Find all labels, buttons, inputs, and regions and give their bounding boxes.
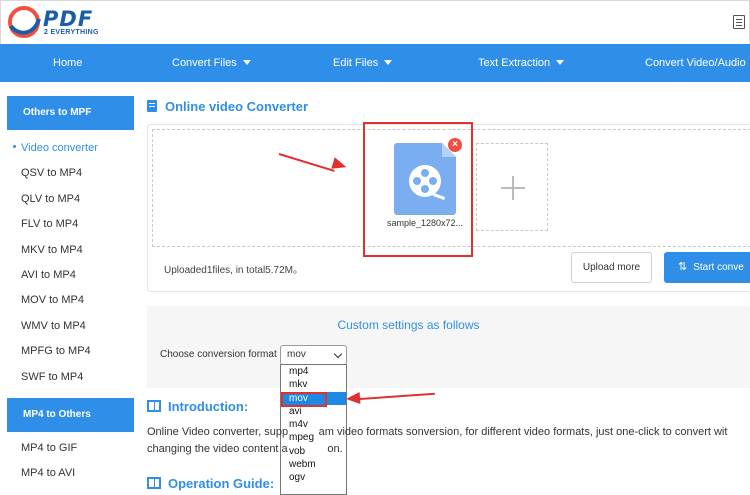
sidebar-item-mpfg-to-mp4[interactable]: MPFG to MP4 [7,339,134,364]
nav-convert-video-audio-label: Convert Video/Audio [645,57,746,69]
chevron-down-icon [242,60,251,65]
plus-icon-vertical [512,176,514,200]
sidebar-item-mkv-to-mp4[interactable]: MKV to MP4 [7,238,134,263]
main-nav: Home Convert Files Edit Files Text Extra… [0,44,750,82]
sidebar-item-video-converter[interactable]: Video converter [7,136,134,161]
guide-icon [147,477,161,489]
introduction-title-text: Introduction: [168,399,249,414]
annotation-arrow-mov [359,392,435,400]
introduction-line-1: Online Video converter, supp am video fo… [147,426,728,438]
operation-guide-title: Operation Guide: [147,476,274,491]
site-logo[interactable]: PDF 2 EVERYTHING [7,5,107,39]
sidebar-item-mp4-to-gif[interactable]: MP4 to GIF [7,436,134,461]
start-convert-label: Start conve [693,262,744,273]
chevron-down-icon [384,60,393,65]
sidebar-item-mov-to-mp4[interactable]: MOV to MP4 [7,288,134,313]
menu-icon[interactable] [733,15,745,29]
format-option-mp4[interactable]: mp4 [281,365,346,378]
sidebar-item-avi-to-mp4[interactable]: AVI to MP4 [7,263,134,288]
settings-panel: Custom settings as follows Choose conver… [147,306,750,388]
format-label: Choose conversion format [160,349,277,360]
upload-status-text: Uploaded1files, in total5.72M。 [164,265,303,276]
nav-text-extraction[interactable]: Text Extraction [478,57,565,69]
book-icon [147,400,161,412]
nav-home[interactable]: Home [53,57,82,69]
introduction-title: Introduction: [147,399,248,414]
sync-icon: ⇅ [678,261,688,273]
sidebar-item-qlv-to-mp4[interactable]: QLV to MP4 [7,187,134,212]
format-select[interactable]: mov [280,345,347,365]
sidebar: Others to MPF Video converter QSV to MP4… [7,96,134,495]
logo-name: PDF [43,7,94,31]
sidebar-list: Video converter QSV to MP4 QLV to MP4 FL… [7,130,134,390]
sidebar-list-2: MP4 to GIF MP4 to AVI [7,436,134,487]
page-title-text: Online video Converter [165,99,309,114]
sidebar-section-others-to-mpf: Others to MPF [7,96,134,130]
upload-more-button[interactable]: Upload more [571,252,652,283]
annotation-highlight-box-file [363,122,473,257]
settings-title: Custom settings as follows [337,318,480,332]
nav-text-extraction-label: Text Extraction [478,57,551,69]
nav-edit-files-label: Edit Files [333,57,379,69]
introduction-text: Online Video converter, supp am video fo… [147,424,750,458]
nav-edit-files[interactable]: Edit Files [333,57,393,69]
format-select-value: mov [287,349,306,360]
logo-tagline: 2 EVERYTHING [44,29,99,36]
sidebar-item-mp4-to-avi[interactable]: MP4 to AVI [7,461,134,486]
format-option-ogv[interactable]: ogv [281,471,346,484]
sidebar-item-swf-to-mp4[interactable]: SWF to MP4 [7,365,134,390]
operation-guide-title-text: Operation Guide: [168,476,275,491]
nav-convert-video-audio[interactable]: Convert Video/Audio [645,57,750,69]
document-icon [147,100,157,112]
chevron-down-icon [556,60,565,65]
annotation-arrow-head-mov [345,392,361,405]
chevron-down-icon [333,349,343,359]
annotation-highlight-box-mov [281,392,327,407]
site-header: PDF 2 EVERYTHING [0,0,750,44]
sidebar-item-flv-to-mp4[interactable]: FLV to MP4 [7,212,134,237]
format-option-mkv[interactable]: mkv [281,378,346,391]
bullet-icon [13,145,16,148]
add-file-button[interactable] [476,143,548,231]
sidebar-section-mp4-to-others: MP4 to Others [7,398,134,432]
nav-home-label: Home [53,57,83,69]
sidebar-item-wmv-to-mp4[interactable]: WMV to MP4 [7,314,134,339]
introduction-line-2: changing the video content a on. [147,443,343,455]
sidebar-item-qsv-to-mp4[interactable]: QSV to MP4 [7,161,134,186]
sidebar-item-label: Video converter [21,142,98,154]
page-title: Online video Converter [147,99,308,114]
start-convert-button[interactable]: ⇅ Start conve [664,252,750,283]
logo-mark-icon [8,6,41,38]
nav-convert-files-label: Convert Files [172,57,237,69]
format-option-webm[interactable]: webm [281,458,346,471]
nav-convert-files[interactable]: Convert Files [172,57,251,69]
